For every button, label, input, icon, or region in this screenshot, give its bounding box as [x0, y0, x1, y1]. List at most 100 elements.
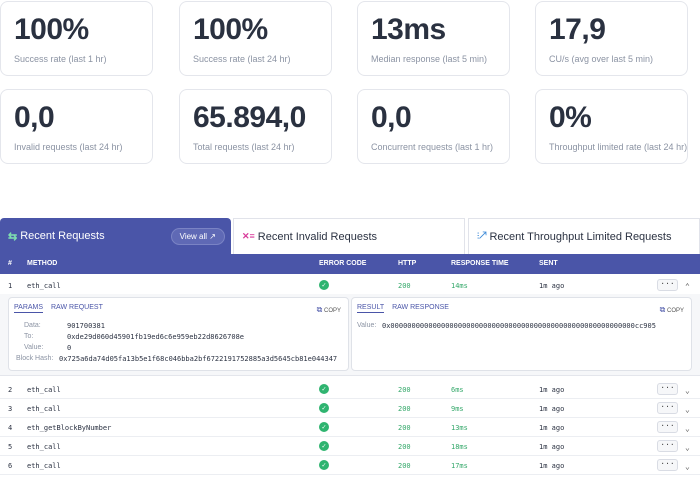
tab-result[interactable]: RESULT — [357, 304, 385, 313]
stat-label: Median response (last 5 min) — [371, 54, 488, 64]
request-detail-panel: PARAMS RAW REQUEST ⧉ COPY Data: 90170038… — [0, 294, 700, 376]
row-http: 200 — [398, 386, 411, 394]
row-method: eth_call — [27, 462, 61, 470]
success-check-icon: ✓ — [319, 422, 329, 432]
copy-label: COPY — [323, 308, 341, 314]
row-sent: 1m ago — [539, 424, 565, 432]
throughput-chart-icon: ⫶↗ — [477, 231, 487, 241]
stat-card-median-response: 13ms Median response (last 5 min) — [357, 1, 510, 76]
row-num: 3 — [8, 405, 13, 413]
row-http: 200 — [398, 405, 411, 413]
stat-label: CU/s (avg over last 5 min) — [549, 54, 654, 64]
more-options-button[interactable]: ··· — [657, 421, 678, 433]
chevron-down-icon[interactable]: ⌄ — [685, 443, 690, 452]
tab-recent-throughput-limited[interactable]: ⫶↗ Recent Throughput Limited Requests — [468, 218, 700, 254]
param-value: 0x725a6da74d05fa13b5e1f68c046bba2bf67221… — [59, 355, 338, 363]
params-pane: PARAMS RAW REQUEST ⧉ COPY Data: 90170038… — [8, 297, 349, 371]
table-row[interactable]: 5 eth_call ✓ 200 18ms 1m ago ··· ⌄ — [0, 437, 700, 456]
param-key: Value: — [24, 344, 44, 351]
tab-params[interactable]: PARAMS — [14, 304, 44, 313]
col-error-code: ERROR CODE — [319, 260, 367, 267]
table-row[interactable]: 3 eth_call ✓ 200 9ms 1m ago ··· ⌄ — [0, 399, 700, 418]
row-num: 1 — [8, 282, 13, 290]
success-check-icon: ✓ — [319, 403, 329, 413]
tab-recent-requests[interactable]: ⇆ Recent Requests View all ↗ — [0, 218, 231, 254]
stat-card-invalid-requests: 0,0 Invalid requests (last 24 hr) — [0, 89, 153, 164]
row-method: eth_call — [27, 405, 61, 413]
tab-raw-response[interactable]: RAW RESPONSE — [392, 304, 449, 311]
stat-value: 0,0 — [371, 101, 412, 134]
param-key: To: — [24, 333, 34, 340]
tab-label: Recent Requests — [20, 230, 105, 242]
chevron-up-icon[interactable]: ⌃ — [685, 282, 690, 291]
stat-card-success-1hr: 100% Success rate (last 1 hr) — [0, 1, 153, 76]
row-sent: 1m ago — [539, 405, 565, 413]
row-http: 200 — [398, 462, 411, 470]
table-row[interactable]: 2 eth_call ✓ 200 6ms 1m ago ··· ⌄ — [0, 380, 700, 399]
chevron-down-icon[interactable]: ⌄ — [685, 462, 690, 471]
stat-label: Throughput limited rate (last 24 hr) — [549, 142, 688, 152]
param-value: 901700381 — [67, 322, 105, 330]
stat-label: Success rate (last 24 hr) — [193, 54, 291, 64]
more-options-button[interactable]: ··· — [657, 440, 678, 452]
tab-raw-request[interactable]: RAW REQUEST — [51, 304, 103, 311]
chevron-down-icon[interactable]: ⌄ — [685, 386, 690, 395]
stat-card-concurrent-requests: 0,0 Concurrent requests (last 1 hr) — [357, 89, 510, 164]
stat-value: 100% — [193, 13, 268, 46]
stat-value: 13ms — [371, 13, 446, 46]
more-options-button[interactable]: ··· — [657, 402, 678, 414]
row-sent: 1m ago — [539, 443, 565, 451]
stat-card-success-24hr: 100% Success rate (last 24 hr) — [179, 1, 332, 76]
row-num: 5 — [8, 443, 13, 451]
tab-recent-invalid-requests[interactable]: ✕≡ Recent Invalid Requests — [233, 218, 465, 254]
stat-label: Total requests (last 24 hr) — [193, 142, 295, 152]
row-method: eth_call — [27, 443, 61, 451]
more-options-button[interactable]: ··· — [657, 459, 678, 471]
param-value: 0 — [67, 344, 72, 352]
stat-label: Success rate (last 1 hr) — [14, 54, 107, 64]
success-check-icon: ✓ — [319, 384, 329, 394]
row-http: 200 — [398, 443, 411, 451]
table-row[interactable]: 4 eth_getBlockByNumber ✓ 200 13ms 1m ago… — [0, 418, 700, 437]
copy-result-button[interactable]: ⧉ COPY — [660, 305, 684, 315]
stat-value: 100% — [14, 13, 89, 46]
more-options-button[interactable]: ··· — [657, 279, 678, 291]
swap-icon: ⇆ — [8, 230, 18, 243]
success-check-icon: ✓ — [319, 280, 329, 290]
chevron-down-icon[interactable]: ⌄ — [685, 424, 690, 433]
col-http: HTTP — [398, 260, 417, 267]
row-response-time: 9ms — [451, 405, 464, 413]
row-sent: 1m ago — [539, 462, 565, 470]
row-method: eth_getBlockByNumber — [27, 424, 112, 432]
col-method: METHOD — [27, 260, 58, 267]
stat-label: Invalid requests (last 24 hr) — [14, 142, 123, 152]
col-sent: SENT — [539, 260, 558, 267]
row-sent: 1m ago — [539, 386, 565, 394]
result-pane: RESULT RAW RESPONSE ⧉ COPY Value: 0x0000… — [351, 297, 692, 371]
param-key: Data: — [24, 322, 41, 329]
copy-icon: ⧉ — [316, 305, 323, 314]
param-value: 0xde29d060d45901fb19ed6c6e959eb22d862670… — [67, 333, 245, 341]
row-response-time: 6ms — [451, 386, 464, 394]
view-all-button[interactable]: View all ↗ — [170, 228, 225, 245]
more-options-button[interactable]: ··· — [657, 383, 678, 395]
success-check-icon: ✓ — [319, 441, 329, 451]
table-row[interactable]: 1 eth_call ✓ 200 14ms 1m ago ··· ⌃ — [0, 276, 700, 295]
stat-card-cus: 17,9 CU/s (avg over last 5 min) — [535, 1, 688, 76]
row-http: 200 — [398, 424, 411, 432]
tab-label: Recent Throughput Limited Requests — [489, 230, 672, 243]
col-response-time: RESPONSE TIME — [451, 260, 509, 267]
row-method: eth_call — [27, 386, 61, 394]
copy-icon: ⧉ — [659, 305, 666, 314]
stat-label: Concurrent requests (last 1 hr) — [371, 142, 494, 152]
copy-params-button[interactable]: ⧉ COPY — [317, 305, 341, 315]
stat-value: 0% — [549, 101, 592, 134]
result-hex: 0x00000000000000000000000000000000000000… — [382, 322, 656, 330]
chevron-down-icon[interactable]: ⌄ — [685, 405, 690, 414]
stat-card-throughput-limited: 0% Throughput limited rate (last 24 hr) — [535, 89, 688, 164]
row-sent: 1m ago — [539, 282, 565, 290]
row-num: 6 — [8, 462, 13, 470]
table-row[interactable]: 6 eth_call ✓ 200 17ms 1m ago ··· ⌄ — [0, 456, 700, 475]
row-response-time: 17ms — [451, 462, 468, 470]
invalid-list-icon: ✕≡ — [242, 231, 255, 241]
